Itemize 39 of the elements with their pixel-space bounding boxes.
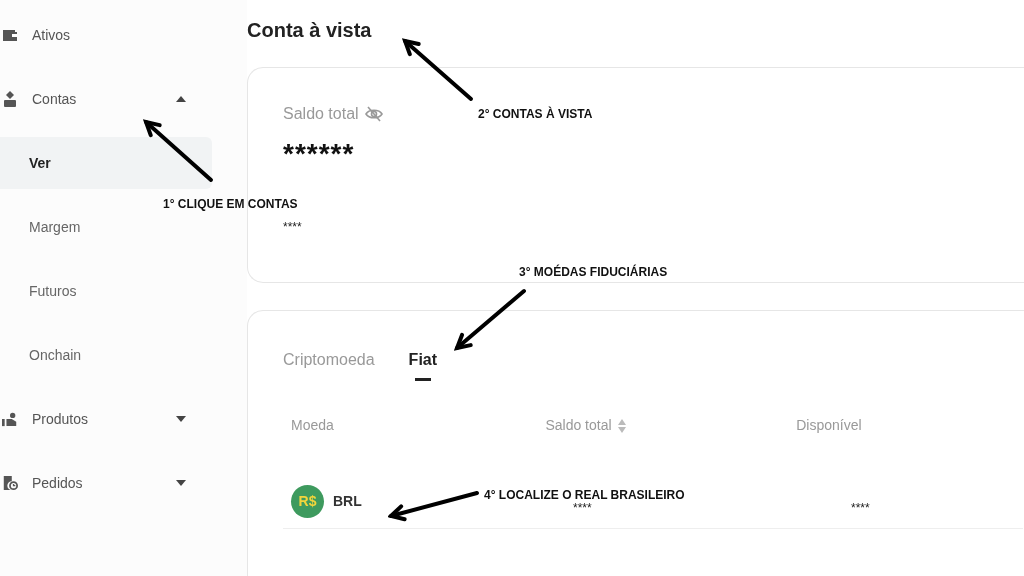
secondary-balance: **** [283,219,303,236]
sort-icon[interactable] [617,418,626,433]
caret-icon [176,480,186,486]
annotation-label: 4° LOCALIZE O REAL BRASILEIRO [484,487,685,503]
currency-code: BRL [333,492,362,511]
annotation-label: 1° CLIQUE EM CONTAS [163,196,298,213]
sidebar-label: Pedidos [32,473,84,493]
sidebar-subitem[interactable]: Futuros [29,280,77,302]
table-cell: **** [573,500,592,515]
sidebar-subitem[interactable]: Ver [0,137,212,189]
tab[interactable]: Fiat [408,349,438,383]
annotation-label: 2° CONTAS À VISTA [478,105,593,123]
person-icon [3,91,17,107]
balance-label: Saldo total [283,104,359,124]
column-header: Saldo total [545,416,612,435]
column-header: Moeda [291,416,334,435]
sidebar-subitem[interactable]: Onchain [29,344,82,366]
eye-off-icon[interactable] [364,106,383,122]
sidebar-label: Produtos [32,409,90,429]
document-clock-icon [2,475,18,491]
people-icon [2,411,18,427]
caret-icon [176,96,186,102]
annotation-label: 3° MOÉDAS FIDUCIÁRIAS [519,263,668,281]
currency-logo-icon: R$ [291,485,324,518]
sidebar-subitem[interactable]: Margem [29,216,81,238]
arrow [143,119,213,182]
arrow [454,289,526,351]
sidebar-label: Ativos [32,25,72,45]
sidebar-item[interactable]: Contas [0,67,212,131]
sidebar-item[interactable]: Ativos [0,3,212,67]
column-header: Disponível [796,416,862,435]
caret-icon [176,416,186,422]
table-cell: **** [851,500,870,515]
sidebar-label: Contas [32,89,78,109]
arrow [402,38,473,101]
sidebar-item[interactable]: Pedidos [0,451,212,515]
sidebar-item[interactable]: Produtos [0,387,212,451]
page-title: Conta à vista [247,18,373,43]
balance-value: ****** [283,140,356,168]
